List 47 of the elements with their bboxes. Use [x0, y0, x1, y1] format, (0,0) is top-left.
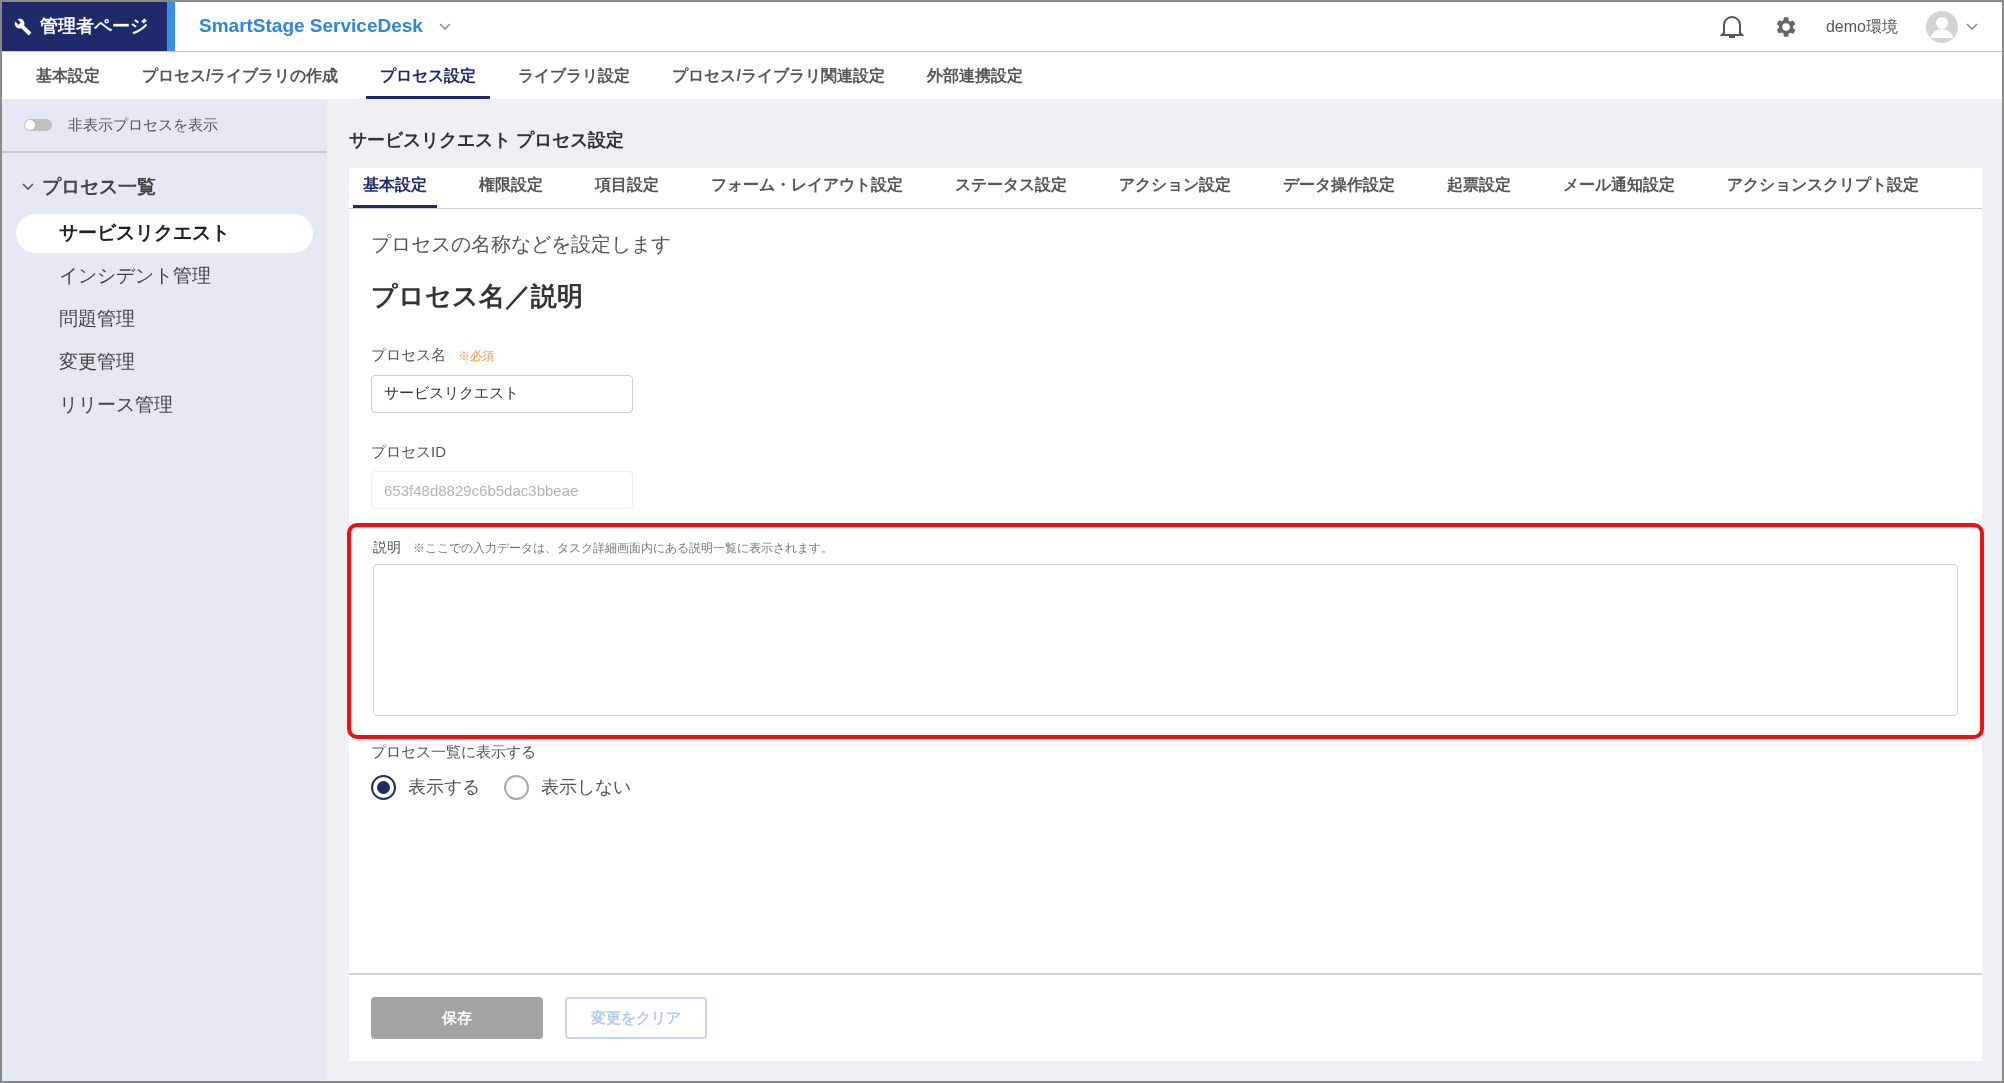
sidebar-item[interactable]: サービスリクエスト [16, 213, 313, 253]
toggle-label: 非表示プロセスを表示 [68, 114, 218, 135]
radio-option[interactable]: 表示する [371, 773, 480, 801]
required-note: ※必須 [458, 348, 494, 365]
app-switcher[interactable]: SmartStage ServiceDesk [199, 12, 451, 41]
accent-stripe [167, 2, 175, 51]
field-label: プロセス名 [371, 345, 446, 365]
settings-tab[interactable]: 起票設定 [1437, 173, 1521, 208]
field-note: ※ここでの入力データは、タスク詳細画面内にある説明一覧に表示されます。 [413, 540, 833, 557]
radio-button[interactable] [504, 774, 529, 800]
settings-tab[interactable]: ステータス設定 [945, 173, 1077, 208]
radio-option[interactable]: 表示しない [504, 773, 631, 801]
admin-page-title: 管理者ページ [40, 15, 148, 38]
user-menu[interactable] [1926, 10, 1978, 43]
chevron-down-icon [22, 183, 34, 192]
settings-tab[interactable]: アクションスクリプト設定 [1717, 173, 1929, 208]
nav-tab[interactable]: プロセス/ライブラリの作成 [128, 64, 353, 99]
sidebar-item[interactable]: 問題管理 [16, 300, 313, 339]
page-title: サービスリクエスト プロセス設定 [349, 129, 625, 152]
settings-tab[interactable]: フォーム・レイアウト設定 [701, 173, 913, 208]
sidebar-item[interactable]: 変更管理 [16, 343, 313, 382]
notification-bell-icon[interactable] [1719, 13, 1744, 40]
field-label: プロセス一覧に表示する [371, 742, 537, 762]
nav-tab[interactable]: ライブラリ設定 [504, 64, 645, 99]
settings-tab[interactable]: データ操作設定 [1273, 173, 1405, 208]
field-label: プロセスID [371, 441, 447, 462]
nav-tab[interactable]: 基本設定 [22, 64, 114, 99]
sidebar-item[interactable]: インシデント管理 [16, 257, 313, 296]
environment-name: demo環境 [1825, 16, 1898, 37]
settings-tab[interactable]: メール通知設定 [1553, 173, 1685, 208]
radio-button[interactable] [371, 774, 396, 800]
chevron-down-icon [438, 22, 451, 31]
nav-tab[interactable]: プロセス/ライブラリ関連設定 [658, 64, 899, 99]
chevron-down-icon [1966, 22, 1978, 31]
sidebar-item[interactable]: リリース管理 [16, 386, 313, 425]
section-title: プロセス名／説明 [371, 280, 584, 313]
avatar-icon [1926, 10, 1958, 43]
process-name-field[interactable]: サービスリクエスト [371, 374, 633, 413]
settings-tab[interactable]: 権限設定 [469, 173, 553, 208]
settings-tab[interactable]: アクション設定 [1109, 173, 1241, 208]
toggle-switch[interactable] [24, 119, 52, 131]
process-list-group[interactable]: プロセス一覧 [22, 173, 327, 202]
field-label: 説明 [373, 538, 401, 557]
settings-tab[interactable]: 項目設定 [585, 173, 669, 208]
intro-text: プロセスの名称などを設定します [371, 232, 672, 257]
wrench-icon [14, 17, 32, 36]
nav-tab[interactable]: 外部連携設定 [912, 64, 1037, 99]
